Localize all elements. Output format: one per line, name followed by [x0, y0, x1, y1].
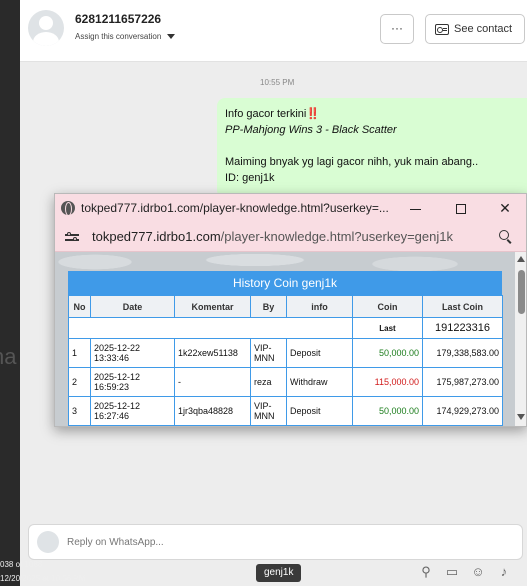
cell-no: 2 [68, 367, 91, 397]
assign-label: Assign this conversation [75, 32, 162, 41]
column-header: Coin [352, 295, 423, 318]
minimize-button[interactable] [392, 194, 438, 222]
left-fragment-text: ha [0, 344, 17, 369]
cell-by: reza [250, 367, 287, 397]
cell-last-coin: 179,338,583.00 [422, 338, 503, 368]
column-header: Date [90, 295, 175, 318]
column-header: info [286, 295, 353, 318]
minimize-icon [409, 208, 421, 210]
maximize-icon [456, 204, 466, 215]
template-icon[interactable]: ▭ [444, 564, 460, 580]
cell-no: 1 [68, 338, 91, 368]
see-contact-button[interactable]: See contact [425, 14, 525, 44]
cell-coin: 115,000.00 [352, 367, 423, 397]
url-path: /player-knowledge.html?userkey=genj1k [220, 229, 453, 244]
left-panel-strip [0, 0, 20, 586]
last-spacer [68, 317, 353, 339]
caret-down-icon [167, 34, 176, 40]
popup-window: tokped777.idrbo1.com/player-knowledge.ht… [54, 193, 527, 427]
column-header: Last Coin [422, 295, 503, 318]
scroll-up-icon[interactable] [517, 256, 525, 262]
cell-last-coin: 174,929,273.00 [422, 396, 503, 426]
avatar[interactable] [28, 10, 64, 46]
page-content: History Coin genj1k No Date Komentar By … [55, 252, 526, 426]
window-title: tokped777.idrbo1.com/player-knowledge.ht… [81, 201, 389, 215]
scrollbar[interactable] [515, 252, 526, 426]
history-title: History Coin genj1k [68, 271, 502, 295]
cell-info: Withdraw [286, 367, 353, 397]
tag-chip[interactable]: genj1k [256, 564, 302, 582]
time-divider: 10:55 PM [260, 78, 295, 87]
message-bubble: Info gacor terkini‼️ PP-Mahjong Wins 3 -… [217, 98, 527, 198]
column-header: Komentar [174, 295, 251, 318]
cell-no: 3 [68, 396, 91, 426]
globe-icon [61, 201, 75, 216]
page-datetime: 12/20/2025 at 10:56 PM [0, 574, 86, 583]
microphone-icon[interactable]: ♪ [496, 564, 512, 580]
scroll-down-icon[interactable] [517, 414, 525, 420]
see-contact-label: See contact [454, 23, 513, 35]
table-header-row: No Date Komentar By info Coin Last Coin [68, 295, 503, 318]
cell-date: 2025-12-12 16:27:46 [90, 396, 175, 426]
left-panel-fragment: ha [0, 330, 20, 390]
cell-by: VIP-MNN [250, 338, 287, 368]
table-row: 2 2025-12-12 16:59:23 - reza Withdraw 11… [68, 367, 503, 397]
chat-header: 6281211657226 Assign this conversation ·… [20, 0, 527, 62]
close-icon: ✕ [499, 200, 511, 216]
last-label: Last [352, 317, 423, 339]
title-bar[interactable]: tokped777.idrbo1.com/player-knowledge.ht… [55, 194, 526, 222]
column-header: By [250, 295, 287, 318]
reply-avatar [37, 531, 59, 553]
url-domain: tokped777.idrbo1.com [92, 229, 221, 244]
emoji-icon[interactable]: ☺ [470, 564, 486, 580]
site-settings-icon[interactable] [65, 232, 79, 242]
cell-info: Deposit [286, 396, 353, 426]
bottom-toolbar: genj1k ⚲ ▭ ☺ ♪ [20, 560, 527, 586]
reply-placeholder: Reply on WhatsApp... [67, 537, 164, 548]
close-button[interactable]: ✕ [482, 194, 526, 222]
cell-coin: 50,000.00 [352, 396, 423, 426]
message-line-2: PP-Mahjong Wins 3 - Black Scatter [225, 124, 397, 136]
cell-komentar: - [174, 367, 251, 397]
history-coin-panel: History Coin genj1k No Date Komentar By … [68, 271, 503, 426]
contact-name: 6281211657226 [75, 12, 162, 26]
address-bar[interactable]: tokped777.idrbo1.com/player-knowledge.ht… [55, 222, 526, 252]
message-line-4: ID: genj1k [225, 172, 275, 184]
double-exclamation-icon: ‼️ [306, 108, 321, 120]
url-text[interactable]: tokped777.idrbo1.com/player-knowledge.ht… [92, 229, 453, 244]
page-counter: 038 of 1088 [0, 560, 43, 569]
cell-last-coin: 175,987,273.00 [422, 367, 503, 397]
cell-coin: 50,000.00 [352, 338, 423, 368]
contact-card-icon [435, 24, 449, 35]
cell-date: 2025-12-12 16:59:23 [90, 367, 175, 397]
table-row: 1 2025-12-22 13:33:46 1k22xew51138 VIP-M… [68, 338, 503, 368]
message-line-3: Maiming bnyak yg lagi gacor nihh, yuk ma… [225, 156, 479, 168]
cell-komentar: 1k22xew51138 [174, 338, 251, 368]
message-line-1: Info gacor terkini [225, 108, 307, 120]
cell-komentar: 1jr3qba48828 [174, 396, 251, 426]
assign-dropdown[interactable]: Assign this conversation [75, 32, 176, 41]
zoom-icon[interactable] [499, 230, 513, 244]
table-row: 3 2025-12-12 16:27:46 1jr3qba48828 VIP-M… [68, 396, 503, 426]
paperclip-icon[interactable]: ⚲ [418, 564, 434, 580]
last-value: 191223316 [422, 317, 503, 339]
maximize-button[interactable] [438, 194, 484, 222]
column-header: No [68, 295, 91, 318]
scrollbar-thumb[interactable] [518, 270, 525, 314]
more-button[interactable]: ··· [380, 14, 414, 44]
reply-input[interactable]: Reply on WhatsApp... [28, 524, 523, 560]
cell-by: VIP-MNN [250, 396, 287, 426]
last-summary-row: Last 191223316 [68, 317, 503, 339]
history-table: No Date Komentar By info Coin Last Coin … [68, 295, 503, 426]
cell-info: Deposit [286, 338, 353, 368]
cell-date: 2025-12-22 13:33:46 [90, 338, 175, 368]
